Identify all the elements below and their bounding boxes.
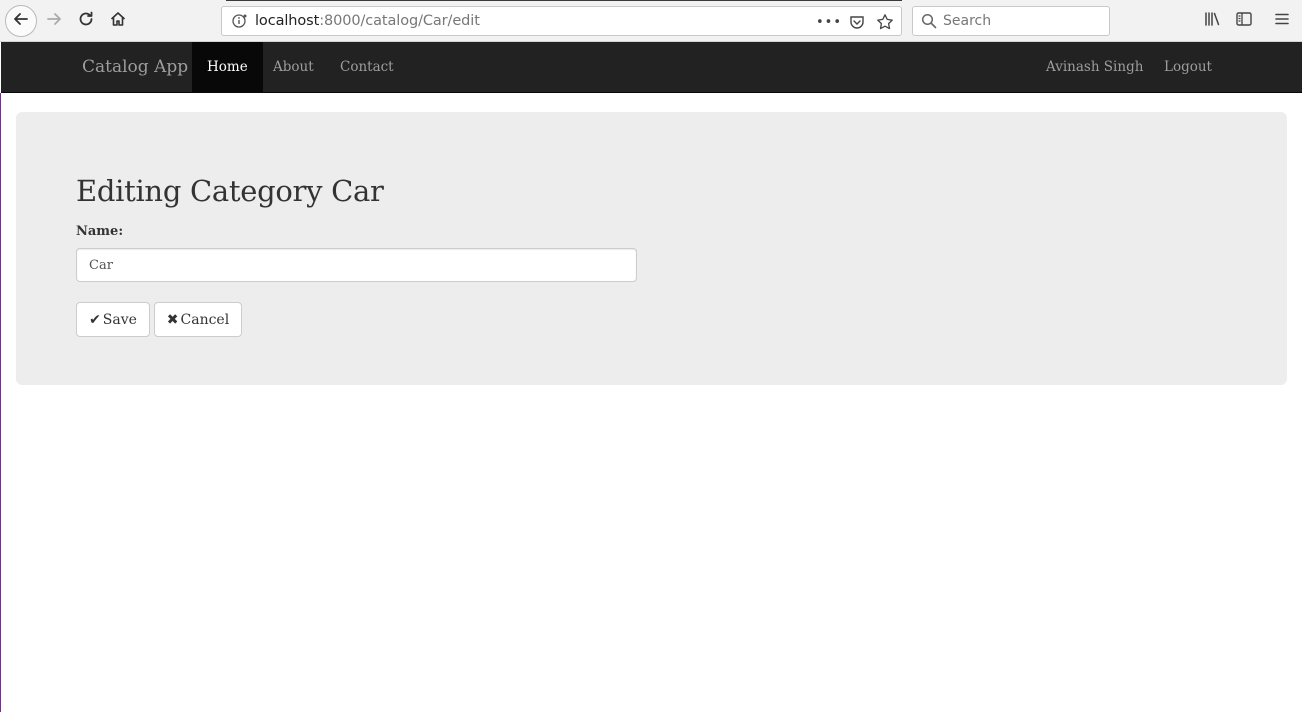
url-text[interactable]: localhost:8000/catalog/Car/edit <box>255 13 480 29</box>
reload-icon <box>77 10 95 32</box>
library-button[interactable] <box>1201 10 1223 32</box>
page-actions-icon[interactable]: ••• <box>816 12 841 32</box>
search-icon <box>921 13 937 29</box>
nav-home[interactable]: Home <box>192 42 263 92</box>
home-icon <box>109 10 127 32</box>
browser-toolbar: localhost:8000/catalog/Car/edit ••• <box>0 0 1302 42</box>
arrow-right-icon <box>45 10 63 32</box>
reload-button[interactable] <box>74 9 98 33</box>
arrow-left-icon <box>12 10 30 32</box>
cancel-label: Cancel <box>180 311 230 328</box>
nav-logout[interactable]: Logout <box>1149 42 1227 92</box>
bookmark-star-icon[interactable] <box>875 12 895 32</box>
home-button[interactable] <box>106 9 130 33</box>
sidebar-toggle-button[interactable] <box>1233 10 1255 32</box>
window-border <box>0 93 1 712</box>
app-navbar: Catalog App Home About Contact Avinash S… <box>1 42 1302 93</box>
sidebar-icon <box>1235 10 1253 32</box>
cancel-button[interactable]: ✖ Cancel <box>154 302 242 337</box>
url-path: :8000/catalog/Car/edit <box>319 13 480 29</box>
name-input[interactable] <box>76 248 637 282</box>
edit-category-panel: Editing Category Car Name: ✔ Save ✖ Canc… <box>16 112 1287 385</box>
hamburger-icon <box>1274 11 1290 31</box>
nav-user-name[interactable]: Avinash Singh <box>1031 42 1158 92</box>
search-bar[interactable] <box>912 6 1110 36</box>
checkmark-icon: ✔ <box>89 311 101 328</box>
pocket-icon[interactable] <box>847 12 867 32</box>
window-edge <box>226 0 902 1</box>
search-input[interactable] <box>943 13 1093 29</box>
nav-about[interactable]: About <box>258 42 329 92</box>
close-icon: ✖ <box>166 311 179 328</box>
info-icon[interactable] <box>230 13 250 29</box>
url-host: localhost <box>255 13 320 29</box>
name-label: Name: <box>76 224 124 239</box>
page-title: Editing Category Car <box>76 174 384 208</box>
brand-link[interactable]: Catalog App <box>82 42 188 92</box>
forward-button[interactable] <box>42 9 66 33</box>
nav-contact[interactable]: Contact <box>325 42 409 92</box>
address-bar[interactable]: localhost:8000/catalog/Car/edit ••• <box>221 6 902 36</box>
save-button[interactable]: ✔ Save <box>76 302 150 337</box>
save-label: Save <box>102 311 137 328</box>
menu-button[interactable] <box>1271 10 1293 32</box>
back-button[interactable] <box>5 5 37 37</box>
library-icon <box>1203 10 1221 32</box>
